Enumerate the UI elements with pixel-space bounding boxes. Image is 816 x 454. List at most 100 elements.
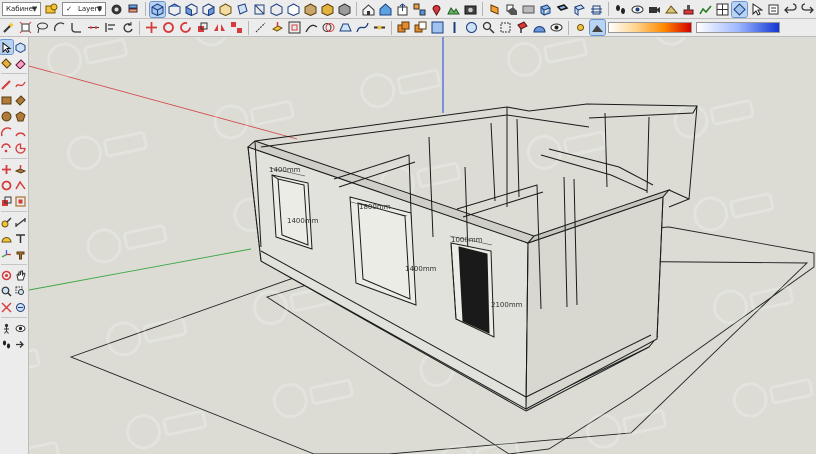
- bounding-box-button[interactable]: [498, 20, 513, 35]
- depth-cue-button[interactable]: [572, 2, 587, 17]
- shadow-toggle-button[interactable]: [589, 19, 606, 36]
- line-tool-button[interactable]: [0, 77, 13, 91]
- scene-manager-button[interactable]: [44, 2, 59, 17]
- shadow-settings-button[interactable]: [573, 20, 588, 35]
- two-point-arc-button[interactable]: [14, 125, 27, 139]
- move-tool-button[interactable]: [0, 162, 13, 176]
- components-button[interactable]: [412, 2, 427, 17]
- left-view-button[interactable]: [235, 2, 250, 17]
- flip-edge-button[interactable]: [730, 0, 748, 18]
- shaded-button[interactable]: [303, 2, 318, 17]
- offset-tool-button[interactable]: [14, 194, 27, 208]
- divide-button[interactable]: [86, 20, 101, 35]
- walkthrough-button[interactable]: [613, 2, 628, 17]
- dim-window-2-width[interactable]: 1800mm: [359, 203, 391, 211]
- rotate-tool-button[interactable]: [161, 20, 176, 35]
- texture-tool-button[interactable]: [515, 20, 530, 35]
- scale-tool-left-button[interactable]: [0, 194, 13, 208]
- rotated-rectangle-button[interactable]: [14, 93, 27, 107]
- solid-inspector-button[interactable]: [481, 20, 496, 35]
- profile-button[interactable]: [555, 2, 570, 17]
- offset-button[interactable]: [287, 20, 302, 35]
- paint-bucket-button[interactable]: [0, 56, 13, 70]
- outer-shell-button[interactable]: [464, 20, 479, 35]
- chevron-down-icon[interactable]: ▼: [30, 4, 39, 14]
- wireframe-button[interactable]: [269, 2, 284, 17]
- undo-button[interactable]: [783, 2, 798, 17]
- dynamic-component-button[interactable]: [749, 2, 764, 17]
- edge-style-button[interactable]: [538, 2, 553, 17]
- axes-tool-button[interactable]: [0, 247, 13, 261]
- position-camera-button[interactable]: [630, 2, 645, 17]
- refresh-button[interactable]: [178, 20, 193, 35]
- redo-button[interactable]: [800, 2, 815, 17]
- move-button[interactable]: [144, 20, 159, 35]
- zoom-window-button[interactable]: [14, 284, 27, 298]
- pushpull-tool-button[interactable]: [14, 162, 27, 176]
- zoom-tool-button[interactable]: [0, 284, 13, 298]
- hidden-line-button[interactable]: [286, 2, 301, 17]
- dim-window-2-height[interactable]: 1400mm: [405, 265, 437, 273]
- 3d-text-button[interactable]: [14, 247, 27, 261]
- dim-window-1-height[interactable]: 1400mm: [287, 217, 319, 225]
- copy-array-button[interactable]: [229, 20, 244, 35]
- tape-measure-button[interactable]: [0, 215, 13, 229]
- eye-render-button[interactable]: [549, 20, 564, 35]
- extension-button[interactable]: [589, 2, 604, 17]
- section-plane-left-button[interactable]: [14, 337, 27, 351]
- layer-manager-button[interactable]: [126, 2, 141, 17]
- chevron-down-icon[interactable]: ▼: [95, 4, 104, 14]
- rectangle-tool-button[interactable]: [0, 93, 13, 107]
- top-view-button[interactable]: [167, 2, 182, 17]
- intersect-button[interactable]: [321, 20, 336, 35]
- shadow-date-slider[interactable]: [696, 22, 780, 33]
- scale-tool-button[interactable]: [195, 20, 210, 35]
- shaded-textures-button[interactable]: [320, 2, 335, 17]
- orbit-tool-button[interactable]: [0, 268, 13, 282]
- curviloft-button[interactable]: [355, 20, 370, 35]
- solid-split-button[interactable]: [447, 20, 462, 35]
- scene-dropdown[interactable]: Кабинет ▼: [2, 2, 42, 16]
- circle-tool-button[interactable]: [0, 109, 13, 123]
- pie-tool-button[interactable]: [14, 141, 27, 155]
- dim-door-width[interactable]: 1000mm: [451, 236, 483, 244]
- iso-view-button[interactable]: [148, 0, 166, 18]
- pushpull-button[interactable]: [270, 20, 285, 35]
- warehouse-button[interactable]: [378, 2, 393, 17]
- layer-dropdown[interactable]: ✓ Layer0 ▼: [62, 2, 106, 16]
- model-canvas[interactable]: 1400mm 1400mm 1800mm 1400mm 1000mm 2100m…: [29, 37, 816, 454]
- geo-location-button[interactable]: [429, 2, 444, 17]
- match-photo-button[interactable]: [361, 2, 376, 17]
- share-model-button[interactable]: [395, 2, 410, 17]
- photo-texture-button[interactable]: [463, 2, 478, 17]
- select-tool-button[interactable]: [0, 39, 14, 55]
- walk-tool-button[interactable]: [0, 337, 13, 351]
- align-button[interactable]: [103, 20, 118, 35]
- section-plane-button[interactable]: [487, 2, 502, 17]
- dim-door-height[interactable]: 2100mm: [491, 301, 523, 309]
- solid-trim-button[interactable]: [430, 20, 445, 35]
- zoom-extents-button[interactable]: [0, 300, 13, 314]
- fog-button[interactable]: [521, 2, 536, 17]
- fillet-button[interactable]: [69, 20, 84, 35]
- add-detail-button[interactable]: [715, 2, 730, 17]
- make-component-button[interactable]: [14, 40, 27, 54]
- sky-dome-button[interactable]: [532, 20, 547, 35]
- loft-button[interactable]: [338, 20, 353, 35]
- solid-union-button[interactable]: [396, 20, 411, 35]
- three-point-arc-button[interactable]: [0, 141, 13, 155]
- look-around-button[interactable]: [647, 2, 662, 17]
- front-view-button[interactable]: [184, 2, 199, 17]
- pan-tool-button[interactable]: [14, 268, 27, 282]
- stamp-button[interactable]: [681, 2, 696, 17]
- explode-button[interactable]: [18, 20, 33, 35]
- position-camera-left-button[interactable]: [0, 321, 13, 335]
- drape-button[interactable]: [698, 2, 713, 17]
- rotate-copy-button[interactable]: [120, 20, 135, 35]
- freehand-tool-button[interactable]: [14, 77, 27, 91]
- right-view-button[interactable]: [201, 2, 216, 17]
- arc-tool-button[interactable]: [0, 125, 13, 139]
- flip-along-button[interactable]: [212, 20, 227, 35]
- dim-window-1-width[interactable]: 1400mm: [269, 166, 301, 174]
- back-view-button[interactable]: [218, 2, 233, 17]
